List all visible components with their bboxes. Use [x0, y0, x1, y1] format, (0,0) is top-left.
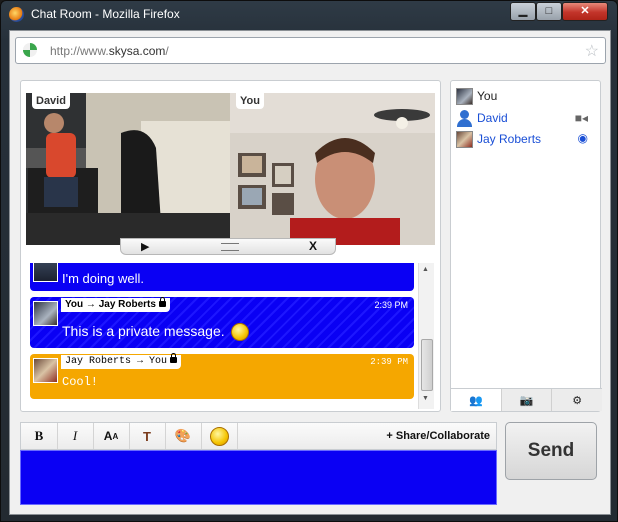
- video-david: David: [26, 93, 230, 245]
- avatar: [456, 87, 473, 105]
- resize-grip-icon[interactable]: [221, 243, 239, 251]
- close-video-button[interactable]: X: [309, 239, 317, 253]
- message-input[interactable]: [20, 450, 497, 505]
- font-style-icon[interactable]: T: [129, 423, 166, 449]
- send-button[interactable]: Send: [505, 422, 597, 480]
- avatar: [33, 301, 58, 326]
- site-favicon-icon: [23, 43, 37, 57]
- self-video-frame: [230, 93, 435, 245]
- user-item-david[interactable]: David: [456, 109, 508, 127]
- lock-icon: [158, 297, 166, 307]
- avatar: [33, 358, 58, 383]
- color-palette-icon[interactable]: 🎨: [165, 423, 202, 449]
- browser-content: http://www.skysa.com/ ☆ David You ▶ X I'…: [9, 30, 611, 515]
- bold-button[interactable]: B: [21, 423, 58, 449]
- message-time: 2:39 PM: [370, 357, 408, 367]
- share-collaborate-button[interactable]: + Share/Collaborate: [386, 430, 490, 442]
- message-item: Jay Roberts → You 2:39 PM Cool!: [30, 353, 414, 399]
- address-bar[interactable]: http://www.skysa.com/ ☆: [15, 37, 606, 64]
- message-item: I'm doing well.: [30, 263, 414, 291]
- scroll-thumb[interactable]: [421, 339, 433, 391]
- user-panel-tabs: 👥 📷 ⚙: [451, 388, 603, 411]
- message-text: This is a private message.: [62, 323, 249, 342]
- window-title: Chat Room - Mozilla Firefox: [31, 7, 180, 21]
- user-name: Jay Roberts: [477, 132, 542, 146]
- url-text[interactable]: http://www.skysa.com/: [50, 44, 169, 58]
- video-label-you: You: [236, 93, 264, 109]
- avatar: [456, 130, 473, 148]
- minimize-button[interactable]: ▁: [510, 2, 536, 21]
- bookmark-star-icon[interactable]: ☆: [585, 41, 599, 61]
- eye-icon[interactable]: ◉: [578, 131, 588, 145]
- user-item-jay-roberts[interactable]: Jay Roberts: [456, 130, 541, 148]
- maximize-button[interactable]: □: [536, 2, 562, 21]
- format-toolbar: B I AA T 🎨 + Share/Collaborate: [20, 422, 497, 450]
- wink-emoticon-icon: [230, 323, 249, 342]
- video-controls: ▶ X: [120, 238, 336, 255]
- camera-icon[interactable]: 📷: [501, 389, 553, 411]
- italic-button[interactable]: I: [57, 423, 94, 449]
- title-bar: Chat Room - Mozilla Firefox ▁ □ ✕: [1, 1, 617, 29]
- person-icon: [456, 109, 473, 127]
- close-window-button[interactable]: ✕: [562, 2, 608, 21]
- video-camera-icon[interactable]: ■◂: [575, 111, 588, 125]
- scroll-down-icon[interactable]: ▼: [422, 395, 429, 402]
- message-text: Cool!: [62, 375, 99, 389]
- message-list: I'm doing well. You → Jay Roberts 2:39 P…: [30, 263, 414, 403]
- lock-icon: [170, 353, 178, 363]
- user-name: You: [477, 89, 498, 103]
- avatar: [33, 263, 58, 282]
- scroll-up-icon[interactable]: ▲: [422, 266, 429, 273]
- message-scrollbar[interactable]: ▲ ▼: [418, 263, 434, 409]
- video-you: You: [230, 93, 435, 245]
- message-item: You → Jay Roberts 2:39 PM This is a priv…: [30, 297, 414, 348]
- browser-window: Chat Room - Mozilla Firefox ▁ □ ✕ http:/…: [0, 0, 618, 522]
- user-list-panel: You David ■◂ Jay Roberts ◉ 👥 📷 ⚙: [450, 80, 603, 412]
- user-name: David: [477, 111, 508, 125]
- message-time: 2:39 PM: [374, 300, 408, 310]
- user-item-you[interactable]: You: [456, 87, 497, 105]
- message-sender: You → Jay Roberts: [61, 297, 170, 312]
- video-label-david: David: [32, 93, 70, 109]
- emoticon-icon[interactable]: [201, 423, 238, 449]
- font-size-icon[interactable]: AA: [93, 423, 130, 449]
- settings-gear-icon[interactable]: ⚙: [552, 389, 603, 411]
- message-sender: Jay Roberts → You: [61, 353, 182, 369]
- firefox-logo-icon: [9, 7, 24, 22]
- play-button[interactable]: ▶: [141, 240, 149, 253]
- people-icon[interactable]: 👥: [451, 389, 502, 411]
- david-video-frame: [26, 93, 230, 245]
- message-text: I'm doing well.: [62, 271, 144, 286]
